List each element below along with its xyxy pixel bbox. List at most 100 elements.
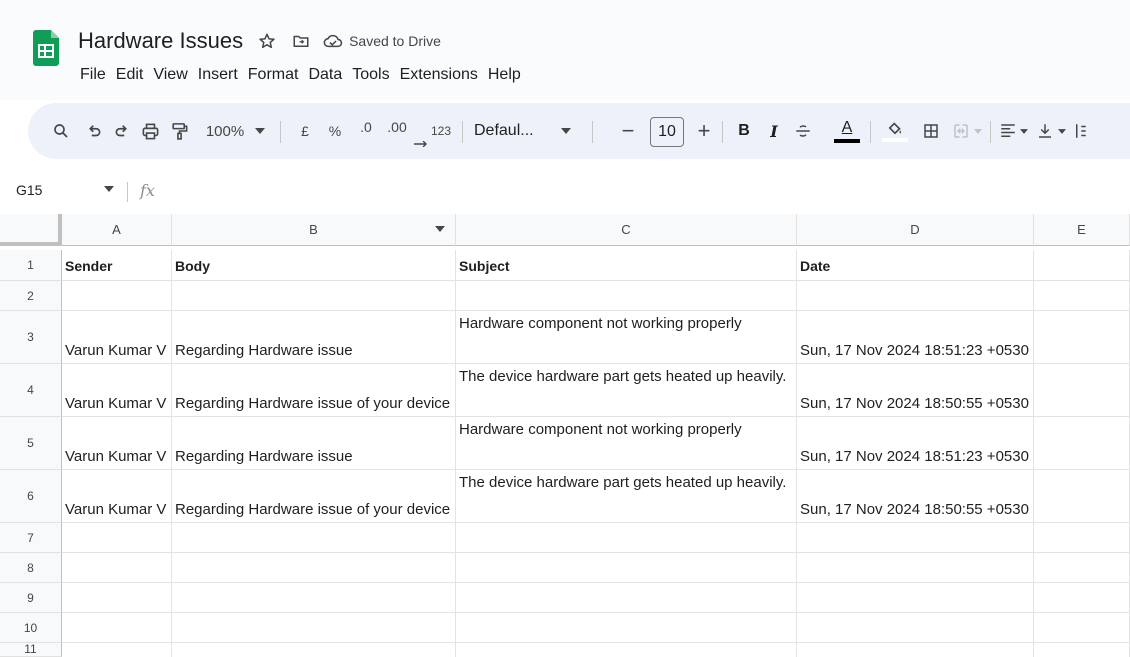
menu-insert[interactable]: Insert <box>198 66 238 84</box>
cell-subject[interactable]: The device hardware part gets heated up … <box>456 470 797 523</box>
menu-edit[interactable]: Edit <box>116 66 144 84</box>
cell-empty[interactable] <box>62 643 172 657</box>
row-header[interactable]: 8 <box>0 553 62 583</box>
document-title[interactable]: Hardware Issues <box>78 28 243 54</box>
cell-empty[interactable] <box>1034 643 1130 657</box>
valign-dropdown-icon[interactable] <box>1056 103 1068 159</box>
row-header[interactable]: 4 <box>0 364 62 417</box>
print-icon[interactable] <box>137 103 163 159</box>
cell-body[interactable]: Regarding Hardware issue <box>172 417 456 470</box>
cell-date-header[interactable]: Date <box>797 250 1034 281</box>
cell-empty[interactable] <box>456 523 797 553</box>
cell-body[interactable]: Regarding Hardware issue <box>172 311 456 364</box>
cell-empty[interactable] <box>1034 364 1130 417</box>
cell-empty[interactable] <box>797 583 1034 613</box>
font-size-input[interactable]: 10 <box>650 117 684 147</box>
cell-sender-header[interactable]: Sender <box>62 250 172 281</box>
cell-empty[interactable] <box>456 643 797 657</box>
fill-color-icon[interactable] <box>880 103 910 159</box>
row-header[interactable]: 9 <box>0 583 62 613</box>
name-box[interactable]: G15 <box>16 182 42 198</box>
font-dropdown-icon[interactable] <box>558 103 574 159</box>
cell-empty[interactable] <box>1034 250 1130 281</box>
cell-sender[interactable]: Varun Kumar V <box>62 311 172 364</box>
row-header[interactable]: 2 <box>0 281 62 311</box>
cell-empty[interactable] <box>1034 583 1130 613</box>
cell-empty[interactable] <box>62 523 172 553</box>
align-left-icon[interactable] <box>996 103 1020 159</box>
cell-empty[interactable] <box>797 553 1034 583</box>
cell-empty[interactable] <box>456 583 797 613</box>
row-header[interactable]: 5 <box>0 417 62 470</box>
cell-subject[interactable]: The device hardware part gets heated up … <box>456 364 797 417</box>
cell-sender[interactable]: Varun Kumar V <box>62 470 172 523</box>
cell-empty[interactable] <box>1034 613 1130 643</box>
decrease-font-size-button[interactable]: − <box>616 103 640 159</box>
cell-empty[interactable] <box>797 281 1034 311</box>
column-header-c[interactable]: C <box>456 214 797 246</box>
cloud-saved-icon[interactable] <box>323 31 343 51</box>
font-family-select[interactable]: Defaul... <box>474 103 554 159</box>
row-header[interactable]: 7 <box>0 523 62 553</box>
cell-date[interactable]: Sun, 17 Nov 2024 18:51:23 +0530 <box>797 311 1034 364</box>
row-header[interactable]: 10 <box>0 613 62 643</box>
bold-button[interactable]: B <box>732 103 756 159</box>
cell-empty[interactable] <box>62 583 172 613</box>
cell-body[interactable]: Regarding Hardware issue of your device <box>172 364 456 417</box>
star-icon[interactable] <box>257 31 277 51</box>
format-percent-button[interactable]: % <box>324 103 346 159</box>
cell-empty[interactable] <box>1034 281 1130 311</box>
cell-empty[interactable] <box>456 553 797 583</box>
italic-button[interactable]: I <box>762 103 786 159</box>
text-color-button[interactable]: A <box>832 103 862 159</box>
cell-sender[interactable]: Varun Kumar V <box>62 417 172 470</box>
cell-date[interactable]: Sun, 17 Nov 2024 18:50:55 +0530 <box>797 364 1034 417</box>
cell-empty[interactable] <box>797 613 1034 643</box>
cell-empty[interactable] <box>172 281 456 311</box>
merge-dropdown-icon[interactable] <box>972 103 984 159</box>
strikethrough-icon[interactable] <box>790 103 816 159</box>
cell-subject-header[interactable]: Subject <box>456 250 797 281</box>
column-header-a[interactable]: A <box>62 214 172 246</box>
zoom-dropdown-icon[interactable] <box>252 103 268 159</box>
column-header-b[interactable]: B <box>172 214 456 246</box>
cell-empty[interactable] <box>1034 523 1130 553</box>
search-icon[interactable] <box>48 103 74 159</box>
format-currency-button[interactable]: £ <box>294 103 316 159</box>
row-header[interactable]: 1 <box>0 250 62 281</box>
valign-bottom-icon[interactable] <box>1034 103 1056 159</box>
menu-file[interactable]: File <box>80 66 106 84</box>
column-header-d[interactable]: D <box>797 214 1034 246</box>
cell-empty[interactable] <box>172 613 456 643</box>
move-to-folder-icon[interactable] <box>291 31 311 51</box>
menu-tools[interactable]: Tools <box>352 66 389 84</box>
row-header[interactable]: 6 <box>0 470 62 523</box>
cell-empty[interactable] <box>797 523 1034 553</box>
number-format-button[interactable]: 123 <box>428 103 454 159</box>
cell-empty[interactable] <box>172 643 456 657</box>
cell-empty[interactable] <box>1034 553 1130 583</box>
select-all-corner[interactable] <box>0 214 62 246</box>
cell-empty[interactable] <box>172 523 456 553</box>
merge-cells-icon[interactable] <box>950 103 972 159</box>
cell-body-header[interactable]: Body <box>172 250 456 281</box>
menu-help[interactable]: Help <box>488 66 521 84</box>
borders-icon[interactable] <box>918 103 944 159</box>
column-menu-dropdown-icon[interactable] <box>435 226 445 232</box>
menu-format[interactable]: Format <box>248 66 299 84</box>
cell-date[interactable]: Sun, 17 Nov 2024 18:50:55 +0530 <box>797 470 1034 523</box>
cell-date[interactable]: Sun, 17 Nov 2024 18:51:23 +0530 <box>797 417 1034 470</box>
cell-empty[interactable] <box>1034 311 1130 364</box>
cell-sender[interactable]: Varun Kumar V <box>62 364 172 417</box>
sheets-logo-icon[interactable] <box>33 30 59 66</box>
menu-data[interactable]: Data <box>308 66 342 84</box>
cell-empty[interactable] <box>1034 417 1130 470</box>
cell-subject[interactable]: Hardware component not working properly <box>456 417 797 470</box>
undo-icon[interactable] <box>82 103 106 159</box>
column-header-e[interactable]: E <box>1034 214 1130 246</box>
cell-empty[interactable] <box>172 553 456 583</box>
align-dropdown-icon[interactable] <box>1018 103 1030 159</box>
cell-empty[interactable] <box>172 583 456 613</box>
menu-view[interactable]: View <box>153 66 187 84</box>
cell-empty[interactable] <box>1034 470 1130 523</box>
